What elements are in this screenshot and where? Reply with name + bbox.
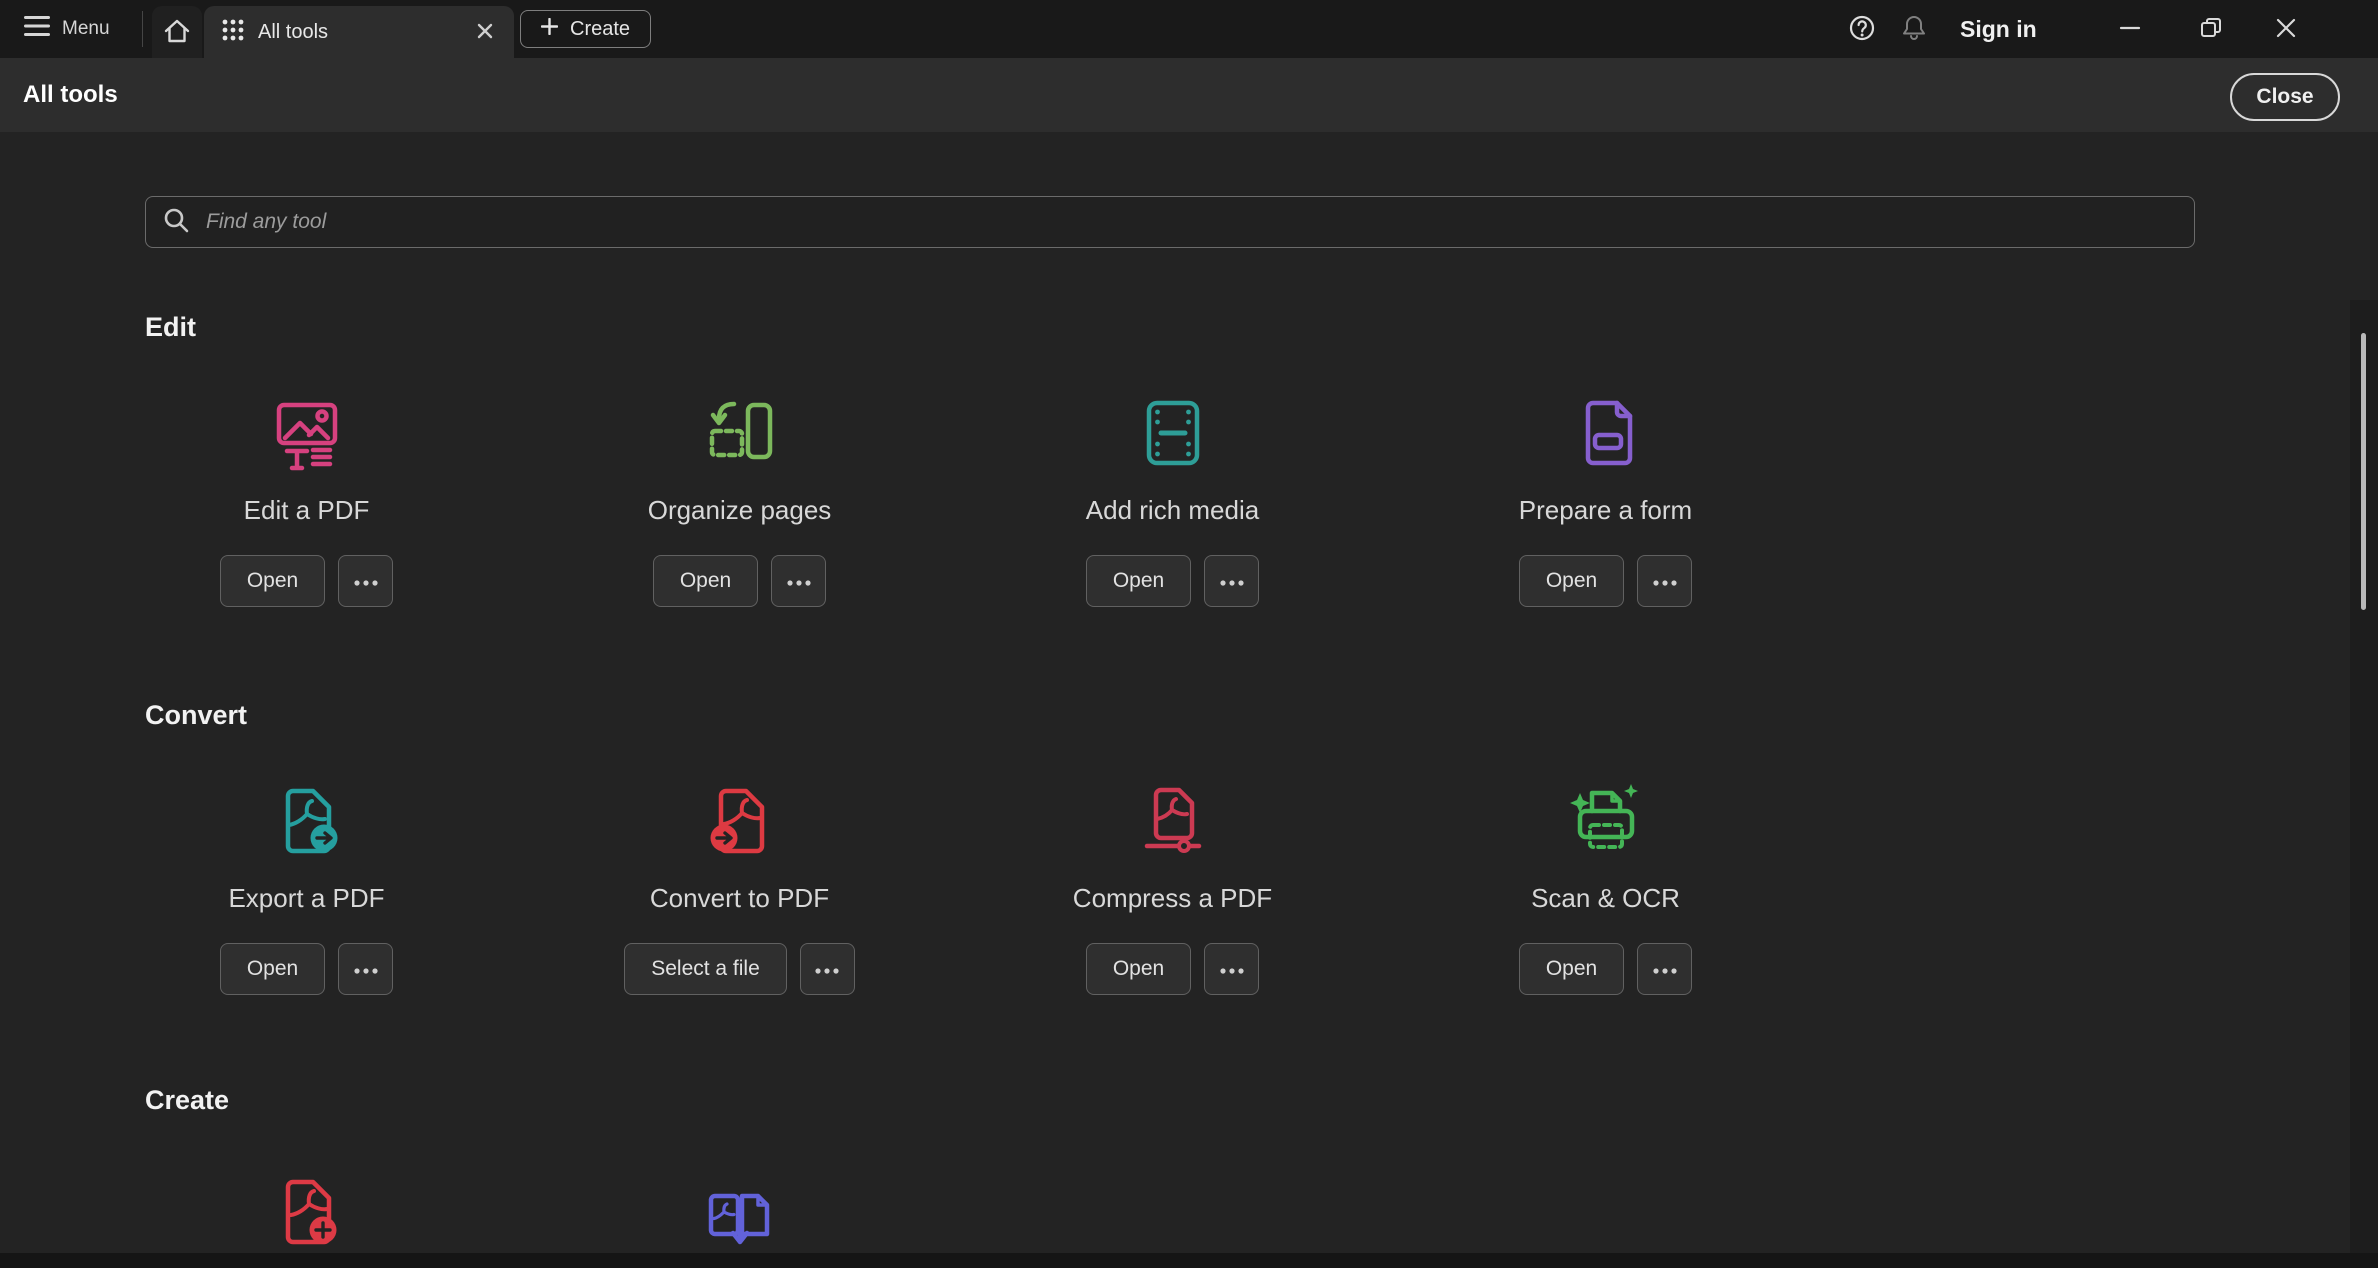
sign-in-button[interactable]: Sign in bbox=[1960, 0, 2037, 58]
tool-card-add-rich-media: Add rich media Open bbox=[956, 391, 1389, 607]
open-button[interactable]: Open bbox=[219, 943, 326, 995]
grid-icon bbox=[222, 19, 244, 46]
open-button[interactable]: Open bbox=[1518, 943, 1625, 995]
titlebar: Menu All tools Create Sign in bbox=[0, 0, 2378, 58]
tool-label: Scan & OCR bbox=[1531, 883, 1680, 913]
scrollbar-thumb[interactable] bbox=[2361, 333, 2366, 610]
tool-card-edit-a-pdf: Edit a PDF Open bbox=[90, 391, 523, 607]
more-options-button[interactable] bbox=[338, 555, 394, 607]
restore-button[interactable] bbox=[2183, 0, 2239, 58]
close-window-button[interactable] bbox=[2258, 0, 2314, 58]
more-options-button[interactable] bbox=[1637, 555, 1693, 607]
tool-card-prepare-a-form: Prepare a form Open bbox=[1389, 391, 1822, 607]
ellipsis-icon bbox=[1652, 957, 1678, 981]
edit-pdf-icon bbox=[265, 391, 349, 475]
export-pdf-icon bbox=[265, 779, 349, 863]
tool-label: Prepare a form bbox=[1518, 495, 1693, 525]
ellipsis-icon bbox=[353, 569, 379, 593]
section-label-convert: Convert bbox=[145, 700, 248, 730]
restore-icon bbox=[2199, 16, 2223, 43]
organize-pages-icon bbox=[698, 391, 782, 475]
rich-media-icon bbox=[1131, 391, 1215, 475]
scan-ocr-icon bbox=[1564, 779, 1648, 863]
more-options-button[interactable] bbox=[1637, 943, 1693, 995]
tab-close-button[interactable] bbox=[474, 20, 496, 45]
tool-label: Convert to PDF bbox=[649, 883, 830, 913]
close-all-tools-button[interactable]: Close bbox=[2230, 73, 2340, 121]
bell-icon bbox=[1899, 13, 1929, 46]
more-options-button[interactable] bbox=[1204, 555, 1260, 607]
create-label: Create bbox=[570, 17, 631, 40]
prepare-form-icon bbox=[1564, 391, 1648, 475]
create-pdf-icon bbox=[265, 1170, 349, 1254]
home-icon bbox=[162, 16, 192, 49]
tool-card-combine-files bbox=[523, 1170, 956, 1254]
ellipsis-icon bbox=[1652, 569, 1678, 593]
ellipsis-icon bbox=[814, 957, 840, 981]
tool-label: Organize pages bbox=[647, 495, 832, 525]
tool-label: Compress a PDF bbox=[1072, 883, 1273, 913]
window-bottom-edge bbox=[0, 1253, 2378, 1268]
minimize-button[interactable] bbox=[2102, 0, 2158, 58]
tool-label: Edit a PDF bbox=[243, 495, 370, 525]
minimize-icon bbox=[2118, 16, 2142, 43]
menu-button[interactable]: Menu bbox=[24, 0, 110, 58]
close-icon bbox=[476, 22, 494, 43]
divider bbox=[142, 11, 143, 47]
ellipsis-icon bbox=[353, 957, 379, 981]
tool-card-compress-a-pdf: Compress a PDF Open bbox=[956, 779, 1389, 995]
create-tools-row bbox=[90, 1170, 1822, 1254]
tool-label: Add rich media bbox=[1085, 495, 1260, 525]
help-button[interactable] bbox=[1840, 0, 1884, 58]
compress-pdf-icon bbox=[1131, 779, 1215, 863]
ellipsis-icon bbox=[1219, 957, 1245, 981]
tool-card-export-a-pdf: Export a PDF Open bbox=[90, 779, 523, 995]
open-button[interactable]: Open bbox=[1518, 555, 1625, 607]
tab-label: All tools bbox=[258, 20, 329, 43]
edit-tools-row: Edit a PDF Open Organize pages Open Add … bbox=[90, 391, 1822, 607]
more-options-button[interactable] bbox=[338, 943, 394, 995]
ellipsis-icon bbox=[786, 569, 812, 593]
convert-tools-row: Export a PDF Open Convert to PDF Select … bbox=[90, 779, 1822, 995]
open-button[interactable]: Open bbox=[1085, 943, 1192, 995]
open-button[interactable]: Open bbox=[219, 555, 326, 607]
create-tab-button[interactable]: Create bbox=[520, 10, 652, 48]
menu-label: Menu bbox=[62, 18, 110, 39]
page-header: All tools Close bbox=[0, 58, 2378, 132]
page-title: All tools bbox=[23, 81, 118, 108]
open-button[interactable]: Open bbox=[652, 555, 759, 607]
acrobat-window: Menu All tools Create Sign in All tools … bbox=[0, 0, 2378, 1268]
search-icon bbox=[162, 206, 190, 239]
select-a-file-button[interactable]: Select a file bbox=[624, 943, 787, 995]
close-icon bbox=[2275, 17, 2297, 42]
tool-card-organize-pages: Organize pages Open bbox=[523, 391, 956, 607]
tool-card-scan-ocr: Scan & OCR Open bbox=[1389, 779, 1822, 995]
open-button[interactable]: Open bbox=[1085, 555, 1192, 607]
tool-card-create-pdf bbox=[90, 1170, 523, 1254]
combine-files-icon bbox=[698, 1170, 782, 1254]
tool-label: Export a PDF bbox=[228, 883, 385, 913]
convert-pdf-icon bbox=[698, 779, 782, 863]
more-options-button[interactable] bbox=[1204, 943, 1260, 995]
ellipsis-icon bbox=[1219, 569, 1245, 593]
section-label-edit: Edit bbox=[145, 312, 196, 342]
tool-card-convert-to-pdf: Convert to PDF Select a file bbox=[523, 779, 956, 995]
tab-all-tools[interactable]: All tools bbox=[204, 6, 514, 58]
more-options-button[interactable] bbox=[799, 943, 855, 995]
notifications-button[interactable] bbox=[1892, 0, 1936, 58]
section-label-create: Create bbox=[145, 1085, 230, 1115]
question-icon bbox=[1847, 13, 1877, 46]
search-input[interactable] bbox=[204, 209, 2178, 235]
tab-home[interactable] bbox=[152, 6, 202, 58]
plus-icon bbox=[540, 17, 559, 41]
search-box bbox=[145, 196, 2195, 248]
hamburger-icon bbox=[24, 16, 50, 42]
more-options-button[interactable] bbox=[771, 555, 827, 607]
